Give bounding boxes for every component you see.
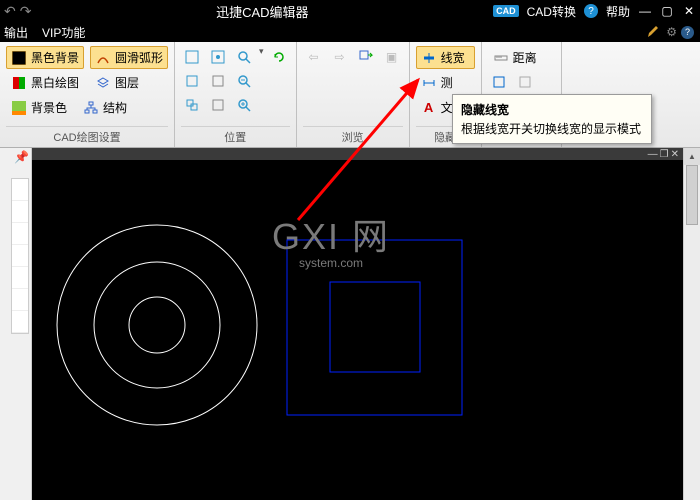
refresh-icon[interactable]	[268, 46, 290, 68]
pos-icon-2[interactable]	[207, 46, 229, 68]
pos-icon-6[interactable]	[207, 94, 229, 116]
group-label-drawing: CAD绘图设置	[6, 126, 168, 145]
vtool-7[interactable]	[12, 311, 28, 333]
watermark-big: GXI 网	[272, 208, 390, 260]
smooth-arc-label: 圆滑弧形	[115, 49, 163, 66]
ribbon-group-drawing: 黑色背景 圆滑弧形 黑白绘图 图层	[0, 42, 175, 147]
zoom-minus-icon[interactable]	[233, 70, 255, 92]
help-label[interactable]: 帮助	[606, 3, 630, 20]
titlebar: ↶ ↷ 迅捷CAD编辑器 CAD CAD转换 ? 帮助 — ▢ ✕	[0, 0, 700, 22]
bgcolor-button[interactable]: 背景色	[6, 96, 72, 119]
undo-redo-group: ↶ ↷	[4, 3, 31, 20]
black-bg-label: 黑色背景	[31, 49, 79, 66]
canvas-controls: — ❐ ✕	[32, 148, 683, 160]
structure-icon	[83, 100, 99, 116]
ribbon-group-position: ▾ 位置	[175, 42, 297, 147]
measure-icon-2[interactable]	[488, 71, 510, 93]
structure-button[interactable]: 结构	[78, 96, 132, 119]
menu-vip[interactable]: VIP功能	[42, 24, 85, 41]
cad-badge-icon: CAD	[493, 5, 519, 17]
vertical-scrollbar[interactable]: ▲	[683, 148, 700, 500]
group-label-browse: 浏览	[303, 126, 403, 145]
dimension-icon	[421, 75, 437, 91]
layer-label: 图层	[115, 74, 139, 91]
lineweight-button[interactable]: 线宽	[416, 46, 475, 69]
maximize-icon[interactable]: ▢	[660, 4, 674, 18]
distance-button[interactable]: 距离	[488, 46, 555, 69]
canvas-min-icon[interactable]: —	[648, 149, 658, 160]
vertical-toolbar	[11, 178, 29, 334]
scroll-thumb[interactable]	[686, 165, 698, 225]
bw-draw-icon	[11, 75, 27, 91]
smooth-arc-button[interactable]: 圆滑弧形	[90, 46, 168, 69]
group-label-position: 位置	[181, 126, 290, 145]
lineweight-icon	[421, 50, 437, 66]
menu-output[interactable]: 输出	[4, 24, 28, 41]
tooltip-lineweight: 隐藏线宽 根据线宽开关切换线宽的显示模式	[452, 94, 652, 144]
pen-icon[interactable]	[646, 23, 662, 42]
lineweight-label: 线宽	[441, 49, 465, 66]
layer-button[interactable]: 图层	[90, 71, 144, 94]
ribbon-group-browse: ⇦ ⇨ ▣ 浏览	[297, 42, 410, 147]
pos-icon-4[interactable]	[207, 70, 229, 92]
zoom-icon[interactable]	[233, 46, 255, 68]
measure-icon-3[interactable]	[514, 71, 536, 93]
pos-icon-5[interactable]	[181, 94, 203, 116]
vtool-2[interactable]	[12, 201, 28, 223]
browse-icon-4[interactable]: ▣	[381, 46, 403, 68]
replace-icon[interactable]	[355, 46, 377, 68]
black-bg-button[interactable]: 黑色背景	[6, 46, 84, 69]
info-icon[interactable]: ?	[681, 26, 694, 39]
settings-icon[interactable]: ⚙	[666, 25, 677, 39]
close-icon[interactable]: ✕	[682, 4, 696, 18]
dropdown-icon[interactable]: ▾	[259, 46, 264, 68]
vtool-3[interactable]	[12, 223, 28, 245]
bw-draw-button[interactable]: 黑白绘图	[6, 71, 84, 94]
minimize-icon[interactable]: —	[638, 4, 652, 18]
text-label: 文	[441, 99, 453, 116]
drawing-canvas[interactable]: — ❐ ✕ GXI 网 system.com	[32, 148, 683, 500]
vtool-6[interactable]	[12, 289, 28, 311]
measure-partial-label: 测	[441, 74, 453, 91]
menubar: 输出 VIP功能 ⚙ ?	[0, 22, 700, 42]
black-bg-icon	[11, 50, 27, 66]
tooltip-desc: 根据线宽开关切换线宽的显示模式	[461, 120, 643, 137]
measure-partial-button[interactable]: 测	[416, 71, 475, 94]
zoom-plus-icon[interactable]	[233, 94, 255, 116]
help-icon[interactable]: ?	[584, 4, 598, 18]
redo-icon[interactable]: ↷	[20, 3, 32, 20]
tooltip-title: 隐藏线宽	[461, 101, 643, 118]
titlebar-right: CAD CAD转换 ? 帮助 — ▢ ✕	[493, 3, 696, 20]
watermark: GXI 网 system.com	[272, 208, 390, 270]
window-controls: — ▢ ✕	[638, 4, 696, 18]
cad-convert-label[interactable]: CAD转换	[527, 3, 576, 20]
layer-icon	[95, 75, 111, 91]
nav-right-icon[interactable]: ⇨	[329, 46, 351, 68]
canvas-restore-icon[interactable]: ❐	[660, 149, 669, 160]
distance-label: 距离	[513, 49, 537, 66]
canvas-close-icon[interactable]: ✕	[671, 149, 679, 160]
bgcolor-icon	[11, 100, 27, 116]
vtool-1[interactable]	[12, 179, 28, 201]
app-title: 迅捷CAD编辑器	[31, 2, 493, 21]
bgcolor-label: 背景色	[31, 99, 67, 116]
structure-label: 结构	[103, 99, 127, 116]
left-gutter: 📌	[0, 148, 32, 500]
canvas-area: 📌 — ❐ ✕ GXI 网 system.com ▲	[0, 148, 700, 500]
vtool-4[interactable]	[12, 245, 28, 267]
pos-icon-1[interactable]	[181, 46, 203, 68]
text-icon: A	[421, 100, 437, 116]
vtool-5[interactable]	[12, 267, 28, 289]
nav-left-icon[interactable]: ⇦	[303, 46, 325, 68]
bw-draw-label: 黑白绘图	[31, 74, 79, 91]
smooth-arc-icon	[95, 50, 111, 66]
ruler-icon	[493, 50, 509, 66]
scroll-up-icon[interactable]: ▲	[684, 148, 700, 165]
undo-icon[interactable]: ↶	[4, 3, 16, 20]
pos-icon-3[interactable]	[181, 70, 203, 92]
pin-icon[interactable]: 📌	[12, 148, 31, 166]
